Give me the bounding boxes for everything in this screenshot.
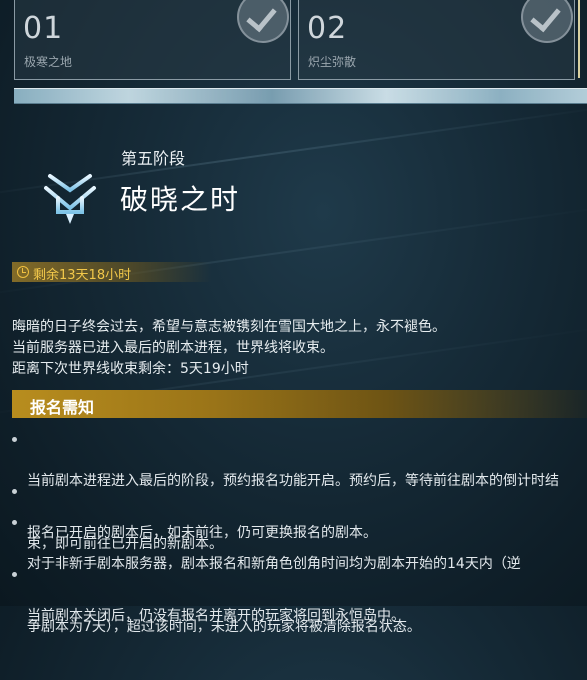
section-title: 报名需知 <box>30 398 95 417</box>
stage-card-1[interactable]: 01 极寒之地 <box>14 0 291 80</box>
stage-card-2[interactable]: 02 炽尘弥散 <box>298 0 575 80</box>
registration-notice-header: 报名需知 <box>12 390 587 418</box>
check-icon <box>521 0 573 43</box>
stage-description: 晦暗的日子终会过去，希望与意志被镌刻在雪国大地之上，永不褪色。 当前服务器已进入… <box>12 317 446 380</box>
stage-title: 破晓之时 <box>120 183 241 216</box>
stage-name: 炽尘弥散 <box>308 55 357 69</box>
bullet-icon <box>12 572 17 577</box>
description-line: 晦暗的日子终会过去，希望与意志被镌刻在雪国大地之上，永不褪色。 <box>12 319 446 335</box>
clock-icon <box>17 266 29 278</box>
check-icon <box>237 0 289 43</box>
stage-label: 第五阶段 <box>121 149 186 168</box>
stage-number: 02 <box>307 11 348 46</box>
stage-name: 极寒之地 <box>24 55 73 69</box>
remaining-time-text: 剩余13天18小时 <box>33 268 132 283</box>
frost-divider <box>14 88 587 104</box>
stage-number: 01 <box>23 11 64 46</box>
description-line: 距离下次世界线收束剩余：5天19小时 <box>12 361 249 377</box>
rune-emblem-icon <box>44 134 96 224</box>
description-line: 当前服务器已进入最后的剧本进程，世界线将收束。 <box>12 340 334 356</box>
next-stage-card-edge[interactable] <box>578 0 587 78</box>
remaining-time-badge: 剩余13天18小时 <box>12 262 212 283</box>
bullet-icon <box>12 437 17 442</box>
bullet-icon <box>12 520 17 525</box>
list-item-line: 当前剧本关闭后，仍没有报名并离开的玩家将回到永恒岛中。 <box>27 608 405 624</box>
bullet-icon <box>12 489 17 494</box>
